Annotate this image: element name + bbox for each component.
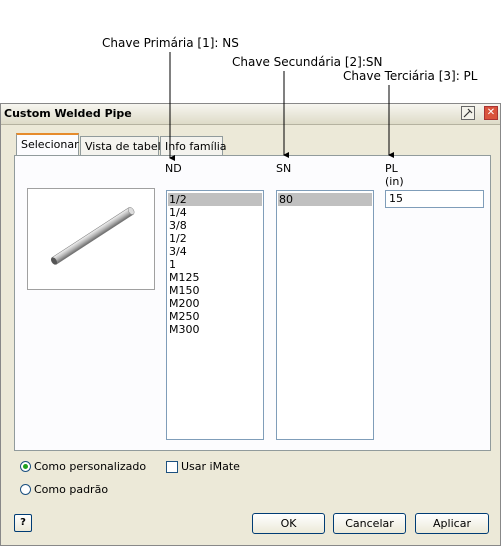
title-bar[interactable]: Custom Welded Pipe ✕ xyxy=(1,104,500,125)
list-item[interactable]: M250 xyxy=(168,310,262,323)
radio-como-personalizado[interactable]: Como personalizado xyxy=(20,460,146,473)
list-item[interactable]: 1/2 xyxy=(168,193,262,206)
sn-listbox[interactable]: 80 xyxy=(276,190,374,440)
close-icon[interactable]: ✕ xyxy=(484,106,498,120)
checkbox-usar-imate[interactable]: Usar iMate xyxy=(166,460,240,473)
list-item[interactable]: M300 xyxy=(168,323,262,336)
ok-button[interactable]: OK xyxy=(252,513,325,534)
pl-input[interactable]: 15 xyxy=(385,190,484,208)
sn-column-label: SN xyxy=(276,162,292,175)
radio-button[interactable] xyxy=(20,484,31,495)
tab-selecionar[interactable]: Selecionar xyxy=(16,133,79,156)
list-item[interactable]: 1/2 xyxy=(168,232,262,245)
list-item[interactable]: M200 xyxy=(168,297,262,310)
list-item[interactable]: 80 xyxy=(278,193,372,206)
checkbox-label: Usar iMate xyxy=(181,460,240,473)
list-item[interactable]: 3/8 xyxy=(168,219,262,232)
list-item[interactable]: 1 xyxy=(168,258,262,271)
window-title: Custom Welded Pipe xyxy=(4,107,132,120)
list-item[interactable]: M150 xyxy=(168,284,262,297)
tab-info-familia[interactable]: Info família xyxy=(160,136,227,155)
apply-button[interactable]: Aplicar xyxy=(415,513,489,534)
pl-column-label: PL xyxy=(385,162,398,175)
list-item[interactable]: 3/4 xyxy=(168,245,262,258)
custom-welded-pipe-dialog: Custom Welded Pipe ✕ Selecionar Vista de… xyxy=(0,103,501,546)
nd-listbox[interactable]: 1/2 1/4 3/8 1/2 3/4 1 M125 M150 M200 M25… xyxy=(166,190,264,440)
list-item[interactable]: M125 xyxy=(168,271,262,284)
pipe-preview-image xyxy=(27,188,155,290)
pin-icon[interactable] xyxy=(461,106,475,120)
radio-label: Como padrão xyxy=(34,483,109,496)
pl-unit-label: (in) xyxy=(385,175,404,188)
help-icon[interactable]: ? xyxy=(14,514,32,532)
cancel-button[interactable]: Cancelar xyxy=(333,513,406,534)
radio-como-padrao[interactable]: Como padrão xyxy=(20,483,108,496)
callout-secondary-key: Chave Secundária [2]:SN xyxy=(232,55,383,69)
tab-vista-de-tabela[interactable]: Vista de tabela xyxy=(80,136,167,155)
nd-column-label: ND xyxy=(165,162,182,175)
list-item[interactable]: 1/4 xyxy=(168,206,262,219)
checkbox[interactable] xyxy=(166,460,178,473)
callout-primary-key: Chave Primária [1]: NS xyxy=(102,36,239,50)
radio-label: Como personalizado xyxy=(34,460,147,473)
callout-tertiary-key: Chave Terciária [3]: PL xyxy=(343,69,478,83)
radio-button-checked[interactable] xyxy=(20,461,31,472)
tab-panel-selecionar: ND 1/2 1/4 3/8 1/2 3/4 1 M125 M150 M200 … xyxy=(14,155,491,451)
